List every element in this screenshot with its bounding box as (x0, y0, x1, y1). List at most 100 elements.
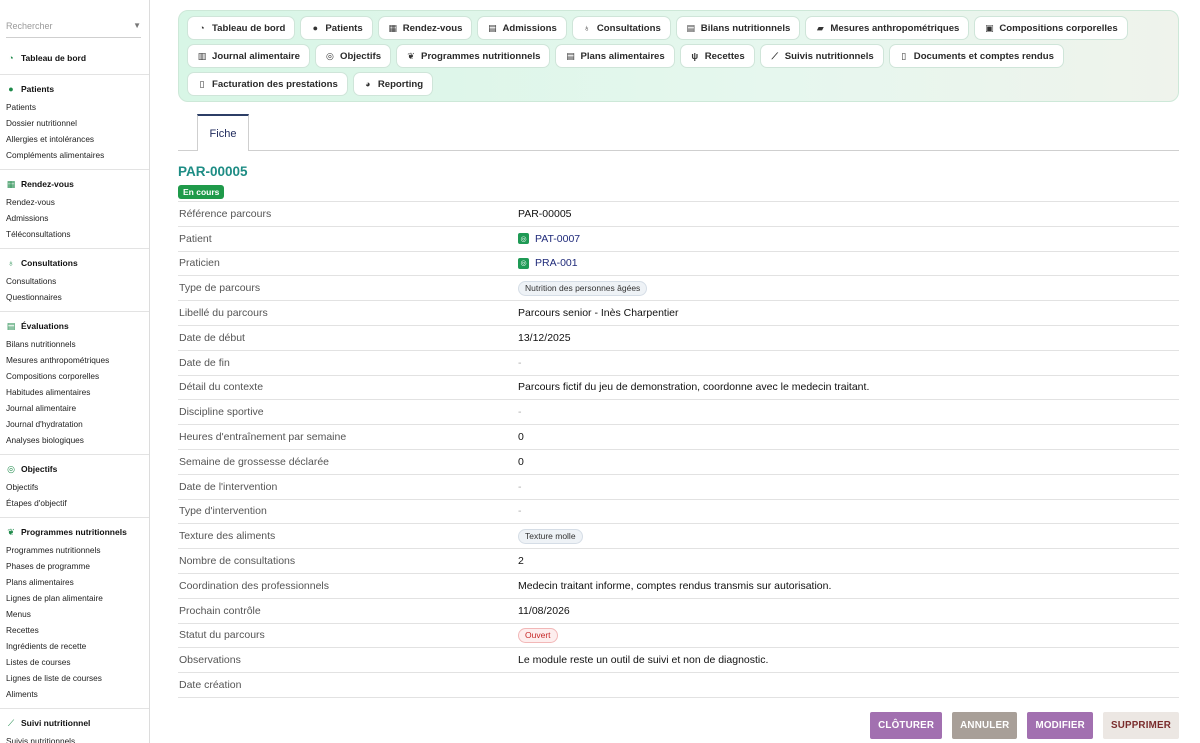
sidebar-item[interactable]: Compositions corporelles (0, 368, 149, 384)
sidebar-item[interactable]: Dossier nutritionnel (0, 115, 149, 131)
chart-line-icon: ⟋ (7, 718, 15, 728)
sidebar-item[interactable]: Analyses biologiques (0, 432, 149, 448)
module-button[interactable]: ▤ Bilans nutritionnels (675, 16, 801, 40)
field-value: Le module reste un outil de suivi et non… (518, 654, 768, 666)
sidebar-item[interactable]: Recettes (0, 622, 149, 638)
search-select[interactable]: Rechercher ▼ (6, 14, 141, 38)
module-button[interactable]: ◕ Reporting (352, 72, 434, 96)
module-button[interactable]: ❦ Programmes nutritionnels (396, 44, 551, 68)
module-button[interactable]: ▯ Documents et comptes rendus (888, 44, 1064, 68)
module-button-label: Suivis nutritionnels (784, 50, 874, 62)
sidebar-item[interactable]: Journal alimentaire (0, 400, 149, 416)
field-row: Discipline sportive - (178, 400, 1179, 426)
module-button[interactable]: ● Patients (300, 16, 373, 40)
field-value: - (518, 406, 522, 418)
sidebar-item[interactable]: Bilans nutritionnels (0, 336, 149, 352)
field-label: Date de l'intervention (179, 480, 278, 493)
sidebar-item[interactable]: Lignes de plan alimentaire (0, 590, 149, 606)
field-value: - (518, 357, 522, 369)
module-shortcuts: ◔ Tableau de bord ● Patients ▦ Rendez-vous ▤ Ad… (178, 10, 1179, 102)
clipboard-icon: ▤ (6, 321, 16, 331)
edit-button[interactable]: MODIFIER (1027, 712, 1093, 739)
sidebar-item[interactable]: Téléconsultations (0, 226, 149, 242)
module-button[interactable]: ▰ Mesures anthropométriques (805, 16, 970, 40)
sidebar-section-header[interactable]: ⟋ Suivi nutritionnel (0, 716, 149, 730)
sidebar-section-header[interactable]: ▦ Rendez-vous (0, 177, 149, 191)
document-icon: ▯ (901, 50, 907, 61)
field-label: Date de fin (179, 356, 230, 369)
module-button[interactable]: ▣ Compositions corporelles (974, 16, 1128, 40)
field-label: Détail du contexte (179, 381, 264, 394)
sidebar-item[interactable]: Patients (0, 99, 149, 115)
sidebar-section-header[interactable]: ❦ Programmes nutritionnels (0, 525, 149, 539)
value-tag: Ouvert (518, 627, 558, 643)
sidebar-section: ◔ Tableau de bord (0, 44, 149, 75)
module-button-label: Consultations (596, 22, 661, 34)
field-link[interactable]: PRA-001 (535, 257, 578, 269)
sidebar-item[interactable]: Compléments alimentaires (0, 147, 149, 163)
field-row: Coordination des professionnels Medecin t… (178, 574, 1179, 599)
sidebar-item[interactable]: Programmes nutritionnels (0, 542, 149, 558)
record-link-icon: ◎ (518, 257, 529, 269)
field-value: Texture molle (518, 528, 583, 544)
field-label: Type d'intervention (179, 505, 267, 518)
module-button[interactable]: ◔ Tableau de bord (187, 16, 296, 40)
sidebar-item[interactable]: Rendez-vous (0, 194, 149, 210)
sidebar-section-header[interactable]: ◎ Objectifs (0, 462, 149, 476)
sidebar-item[interactable]: Mesures anthropométriques (0, 352, 149, 368)
field-value: 0 (518, 456, 524, 468)
close-button[interactable]: CLÔTURER (870, 712, 943, 739)
clipboard-icon: ▤ (566, 50, 575, 61)
sidebar-section-header[interactable]: ● Patients (0, 82, 149, 96)
sidebar-item[interactable]: Lignes de liste de courses (0, 670, 149, 686)
sidebar-item[interactable]: Suivis nutritionnels (0, 733, 149, 743)
sidebar-item[interactable]: Menus (0, 606, 149, 622)
sidebar-item[interactable]: Aliments (0, 686, 149, 702)
sidebar-item[interactable]: Phases de programme (0, 558, 149, 574)
clipboard-icon: ▤ (488, 22, 497, 33)
module-button[interactable]: ▤ Admissions (477, 16, 567, 40)
module-button[interactable]: ◎ Objectifs (314, 44, 392, 68)
sidebar-item[interactable]: Plans alimentaires (0, 574, 149, 590)
field-text: 13/12/2025 (518, 331, 571, 344)
sidebar-item[interactable]: Questionnaires (0, 289, 149, 305)
sidebar-item[interactable]: Allergies et intolérances (0, 131, 149, 147)
module-button[interactable]: ▯ Facturation des prestations (187, 72, 348, 96)
sidebar-item[interactable]: Consultations (0, 273, 149, 289)
sidebar-section-header[interactable]: ▤ Évaluations (0, 319, 149, 333)
field-row: Statut du parcours Ouvert (178, 624, 1179, 649)
sidebar-item[interactable]: Listes de courses (0, 654, 149, 670)
module-button[interactable]: ψ Recettes (679, 44, 755, 68)
chevron-down-icon[interactable]: ▼ (133, 21, 141, 30)
field-link[interactable]: PAT-0007 (535, 233, 580, 245)
sidebar-item[interactable]: Journal d'hydratation (0, 416, 149, 432)
tab-fiche[interactable]: Fiche (197, 114, 249, 151)
sidebar-section-header[interactable]: ◔ Tableau de bord (0, 51, 149, 65)
delete-button[interactable]: SUPPRIMER (1102, 712, 1179, 739)
field-label: Référence parcours (179, 207, 272, 220)
field-label: Prochain contrôle (179, 604, 261, 617)
field-label: Date de début (179, 331, 245, 344)
sidebar-item[interactable]: Objectifs (0, 479, 149, 495)
sidebar-item[interactable]: Habitudes alimentaires (0, 384, 149, 400)
sidebar-item[interactable]: Ingrédients de recette (0, 638, 149, 654)
module-button[interactable]: ▥ Journal alimentaire (187, 44, 310, 68)
module-button[interactable]: ▦ Rendez-vous (377, 16, 473, 40)
stethoscope-icon: ♁ (7, 258, 15, 268)
module-button[interactable]: ▤ Plans alimentaires (555, 44, 675, 68)
sidebar-item[interactable]: Étapes d'objectif (0, 495, 149, 511)
sidebar-section-label: Programmes nutritionnels (21, 527, 127, 537)
field-row: Date création (178, 673, 1179, 698)
field-row: Semaine de grossesse déclarée 0 (178, 450, 1179, 475)
cancel-button[interactable]: ANNULER (952, 712, 1018, 739)
module-button-label: Objectifs (339, 50, 382, 62)
sidebar-section: ⟋ Suivi nutritionnel Suivis nutritionnels (0, 709, 149, 743)
sidebar-section-header[interactable]: ♁ Consultations (0, 256, 149, 270)
sidebar-item[interactable]: Admissions (0, 210, 149, 226)
field-label: Texture des aliments (179, 530, 276, 543)
module-button[interactable]: ⟋ Suivis nutritionnels (759, 44, 884, 68)
field-text: - (518, 480, 522, 493)
sidebar-section-label: Consultations (21, 258, 78, 268)
module-button[interactable]: ♁ Consultations (571, 16, 671, 40)
sidebar-section: ◎ Objectifs Objectifs Étapes d'objectif (0, 455, 149, 518)
